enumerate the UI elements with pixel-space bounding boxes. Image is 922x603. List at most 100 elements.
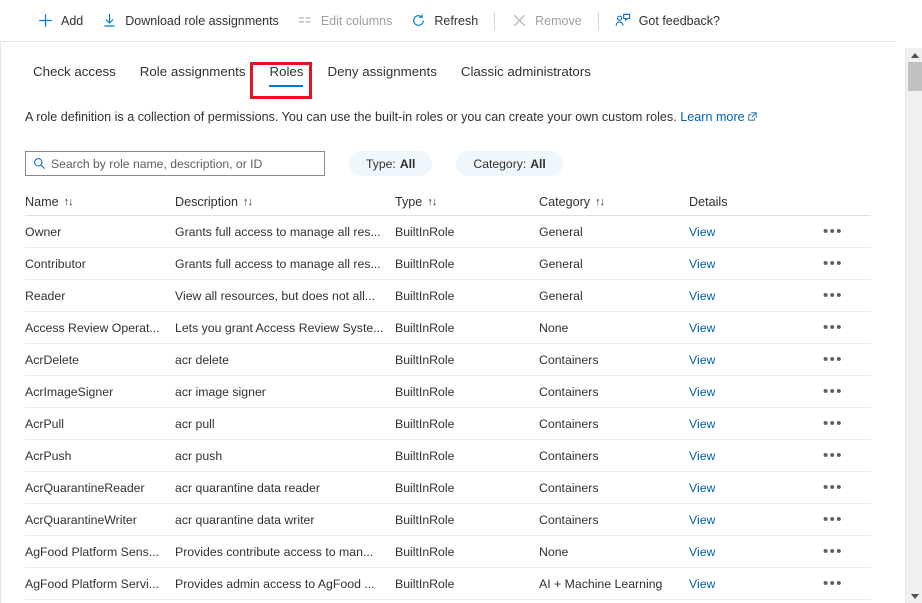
column-header-description[interactable]: Description ↑↓: [175, 195, 395, 209]
row-context-menu-icon[interactable]: •••: [819, 355, 843, 365]
search-input[interactable]: [51, 156, 324, 171]
view-details-link[interactable]: View: [689, 545, 715, 559]
tab-deny-assignments[interactable]: Deny assignments: [315, 60, 448, 98]
cell-role-category: General: [539, 224, 583, 239]
view-details-link[interactable]: View: [689, 225, 715, 239]
got-feedback-label: Got feedback?: [638, 13, 721, 28]
cell-role-description: acr quarantine data writer: [175, 512, 315, 527]
cell-role-name: AcrPush: [25, 448, 72, 463]
tab-classic-administrators[interactable]: Classic administrators: [449, 60, 603, 98]
cell-role-details: View: [689, 449, 819, 463]
view-details-link[interactable]: View: [689, 449, 715, 463]
table-row[interactable]: AcrPush acr push BuiltInRole Containers View…: [25, 440, 871, 472]
table-body: Owner Grants full access to manage all re…: [25, 216, 871, 600]
tab-check-access[interactable]: Check access: [21, 60, 128, 98]
cell-role-type: BuiltInRole: [395, 544, 455, 559]
cell-role-type: BuiltInRole: [395, 224, 455, 239]
scrollbar-thumb[interactable]: [908, 62, 922, 91]
table-row[interactable]: AcrDelete acr delete BuiltInRole Containers…: [25, 344, 871, 376]
cell-role-details: View: [689, 353, 819, 367]
cell-role-details: View: [689, 513, 819, 527]
cell-role-category: General: [539, 288, 583, 303]
view-details-link[interactable]: View: [689, 577, 715, 591]
scroll-up-arrow-icon[interactable]: [906, 48, 922, 62]
search-box[interactable]: [25, 151, 325, 176]
cell-role-type: BuiltInRole: [395, 320, 455, 335]
row-context-menu-icon[interactable]: •••: [819, 259, 843, 269]
column-header-description-label: Description: [175, 194, 238, 209]
cell-role-type: BuiltInRole: [395, 416, 455, 431]
cell-role-description: acr quarantine data reader: [175, 480, 320, 495]
table-row[interactable]: AcrPull acr pull BuiltInRole Containers View…: [25, 408, 871, 440]
row-context-menu-icon[interactable]: •••: [819, 227, 843, 237]
row-context-menu-icon[interactable]: •••: [819, 291, 843, 301]
row-context-menu-icon[interactable]: •••: [819, 387, 843, 397]
view-details-link[interactable]: View: [689, 385, 715, 399]
column-header-details-label: Details: [689, 194, 728, 209]
cell-role-category: None: [539, 320, 569, 335]
table-row[interactable]: AcrImageSigner acr image signer BuiltInRol…: [25, 376, 871, 408]
filter-pill-type[interactable]: Type : All: [349, 151, 433, 176]
got-feedback-button[interactable]: Got feedback?: [606, 0, 729, 41]
view-details-link[interactable]: View: [689, 481, 715, 495]
filter-pill-category-name: Category: [473, 156, 523, 171]
cell-row-actions: •••: [819, 451, 871, 461]
table-row[interactable]: Owner Grants full access to manage all re…: [25, 216, 871, 248]
cell-role-category: Containers: [539, 384, 599, 399]
row-context-menu-icon[interactable]: •••: [819, 451, 843, 461]
learn-more-link[interactable]: Learn more: [680, 110, 757, 124]
column-header-category[interactable]: Category ↑↓: [539, 195, 689, 209]
download-icon: [101, 12, 118, 29]
row-context-menu-icon[interactable]: •••: [819, 419, 843, 429]
cell-role-description: acr delete: [175, 352, 230, 367]
tab-roles-label: Roles: [269, 64, 304, 79]
cell-row-actions: •••: [819, 227, 871, 237]
table-row[interactable]: Reader View all resources, but does not a…: [25, 280, 871, 312]
column-header-type-label: Type: [395, 194, 423, 209]
tab-roles[interactable]: Roles: [257, 60, 315, 98]
filter-pill-category[interactable]: Category : All: [456, 151, 563, 176]
tab-deny-assignments-label: Deny assignments: [327, 64, 437, 79]
view-details-link[interactable]: View: [689, 417, 715, 431]
tab-role-assignments[interactable]: Role assignments: [128, 60, 258, 98]
command-toolbar: Add Download role assignments Edit colum…: [0, 0, 896, 41]
tab-role-assignments-label: Role assignments: [139, 64, 246, 79]
filter-pill-category-separator: :: [522, 156, 527, 171]
toolbar-separator-2: [597, 11, 599, 30]
cell-role-description: Grants full access to manage all res...: [175, 224, 381, 239]
toolbar-divider: [0, 41, 896, 42]
cell-role-type: BuiltInRole: [395, 288, 455, 303]
add-button[interactable]: Add: [28, 0, 92, 41]
cell-role-name: AcrPull: [25, 416, 64, 431]
row-context-menu-icon[interactable]: •••: [819, 323, 843, 333]
row-context-menu-icon[interactable]: •••: [819, 483, 843, 493]
cell-role-details: View: [689, 545, 819, 559]
table-row[interactable]: Contributor Grants full access to manage …: [25, 248, 871, 280]
table-row[interactable]: AgFood Platform Sens... Provides contribu…: [25, 536, 871, 568]
table-row[interactable]: Access Review Operat... Lets you grant Ac…: [25, 312, 871, 344]
view-details-link[interactable]: View: [689, 321, 715, 335]
column-header-name-label: Name: [25, 194, 59, 209]
cell-role-name: AcrQuarantineWriter: [25, 512, 137, 527]
vertical-scrollbar[interactable]: [905, 48, 922, 603]
table-row[interactable]: AgFood Platform Servi... Provides admin a…: [25, 568, 871, 600]
cell-role-details: View: [689, 321, 819, 335]
cell-role-name: Owner: [25, 224, 62, 239]
columns-icon: [297, 12, 314, 29]
view-details-link[interactable]: View: [689, 289, 715, 303]
column-header-name[interactable]: Name ↑↓: [25, 195, 175, 209]
scroll-down-arrow-icon[interactable]: [906, 589, 922, 603]
row-context-menu-icon[interactable]: •••: [819, 515, 843, 525]
refresh-button[interactable]: Refresh: [401, 0, 487, 41]
cell-role-details: View: [689, 577, 819, 591]
download-role-assignments-button[interactable]: Download role assignments: [92, 0, 288, 41]
table-row[interactable]: AcrQuarantineReader acr quarantine data r…: [25, 472, 871, 504]
view-details-link[interactable]: View: [689, 353, 715, 367]
column-header-type[interactable]: Type ↑↓: [395, 195, 539, 209]
remove-label: Remove: [535, 13, 582, 28]
row-context-menu-icon[interactable]: •••: [819, 547, 843, 557]
row-context-menu-icon[interactable]: •••: [819, 579, 843, 589]
view-details-link[interactable]: View: [689, 513, 715, 527]
view-details-link[interactable]: View: [689, 257, 715, 271]
table-row[interactable]: AcrQuarantineWriter acr quarantine data w…: [25, 504, 871, 536]
